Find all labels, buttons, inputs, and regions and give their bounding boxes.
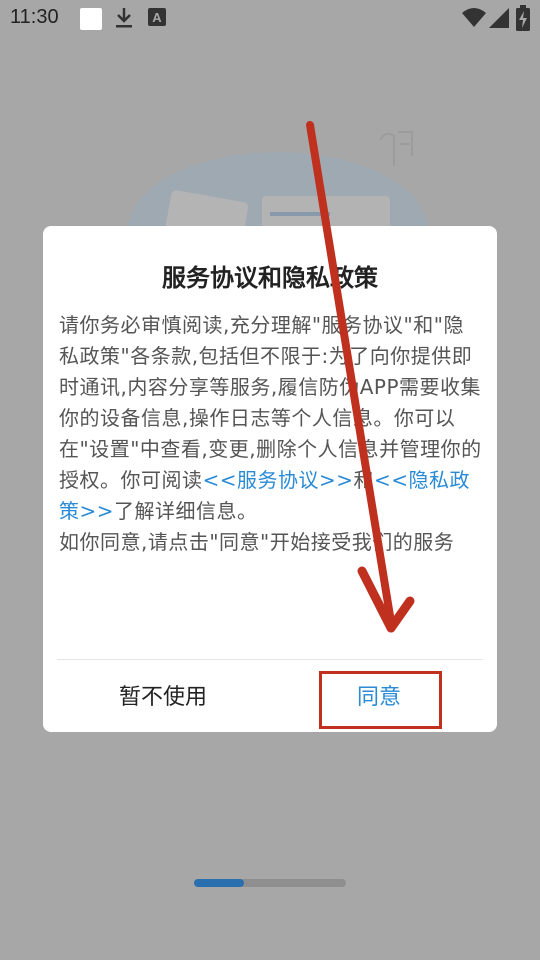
dialog-divider	[57, 659, 483, 660]
agree-button[interactable]: 同意	[318, 672, 440, 724]
privacy-policy-dialog: 服务协议和隐私政策 请你务必审慎阅读,充分理解"服务协议"和"隐私政策"各条款,…	[43, 226, 497, 732]
service-agreement-link[interactable]: <<服务协议>>	[203, 468, 354, 492]
body-text-part2: 了解详细信息。	[114, 499, 258, 523]
body-text-part1: 请你务必审慎阅读,充分理解"服务协议"和"隐私政策"各条款,包括但不限于:为了向…	[59, 313, 482, 492]
dialog-body-text: 请你务必审慎阅读,充分理解"服务协议"和"隐私政策"各条款,包括但不限于:为了向…	[59, 310, 483, 558]
dialog-title: 服务协议和隐私政策	[162, 264, 378, 292]
reject-button[interactable]: 暂不使用	[88, 672, 238, 724]
page-indicator-current	[194, 879, 244, 887]
body-text-and: 和	[353, 468, 375, 492]
body-text-part3: 如你同意,请点击"同意"开始接受我们的服务	[59, 530, 455, 554]
